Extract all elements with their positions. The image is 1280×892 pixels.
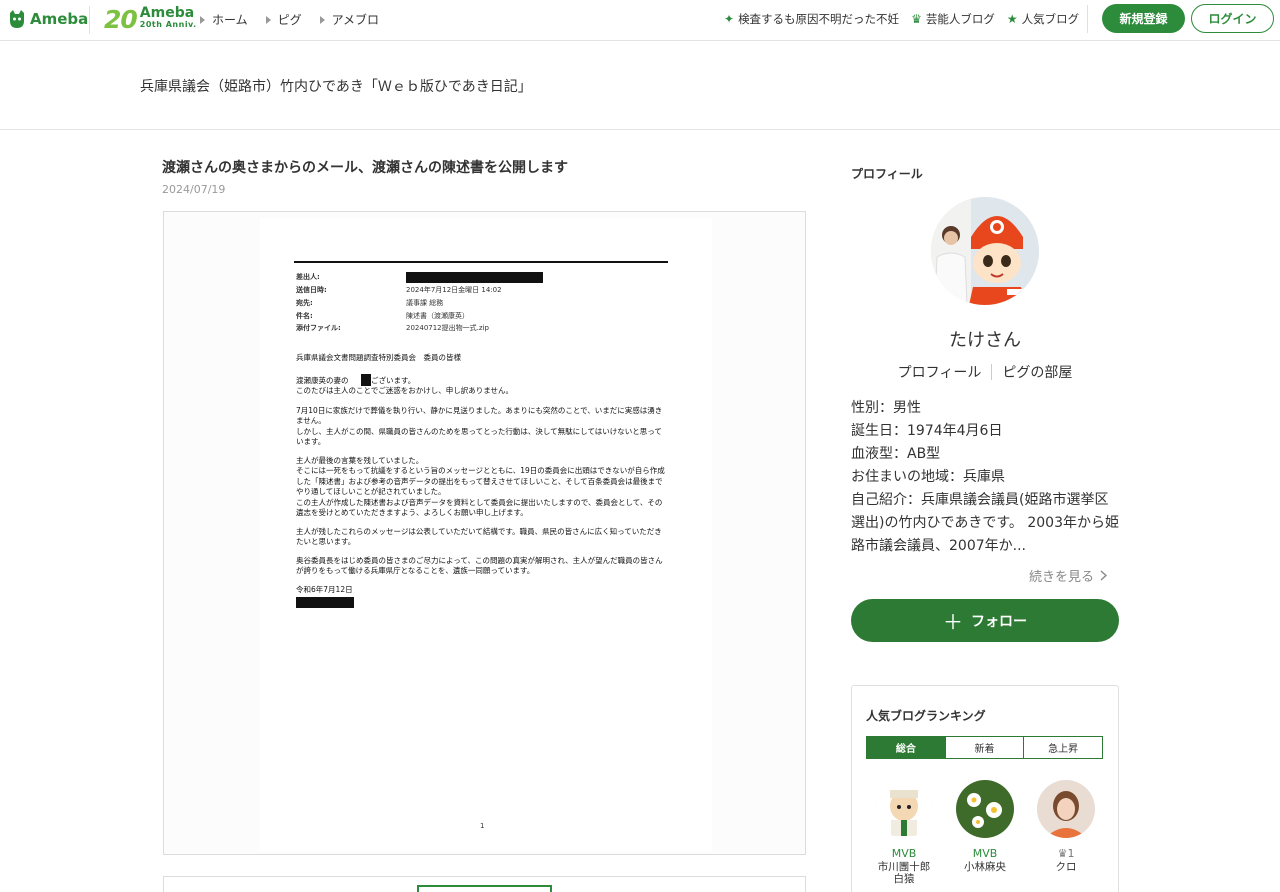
profile-heading: プロフィール — [851, 167, 923, 181]
profile-intro: 自己紹介：兵庫県議会議員(姫路市選挙区選出)の竹内ひであきです。 2003年から… — [851, 492, 1120, 554]
profile-info: 性別：男性 誕生日：1974年4月6日 血液型：AB型 お住まいの地域：兵庫県 … — [851, 397, 1119, 558]
ranking-tabs: 総合 新着 急上昇 — [866, 736, 1103, 759]
profile-gender: 性別：男性 — [851, 400, 921, 416]
doc-header-subject: 件名: 陳述書（渡瀬康英） — [296, 312, 469, 320]
header-links: ✦ 検査するも原因不明だった不妊 ♛ 芸能人ブログ ★ 人気ブログ — [724, 11, 1079, 27]
entry-footer-box — [163, 876, 806, 892]
nav-pigg[interactable]: ピグ — [265, 11, 302, 28]
profile-blood-type: 血液型：AB型 — [851, 446, 941, 462]
doc-header-to: 宛先: 議事課 総務 — [296, 299, 444, 307]
crown-icon: ♛ — [1057, 847, 1068, 860]
tab-new[interactable]: 新着 — [945, 737, 1025, 758]
doc-header-sent: 送信日時: 2024年7月12日金曜日 14:02 — [296, 286, 502, 294]
anniversary-number: 20 — [104, 4, 138, 34]
doc-paragraph: 渡瀬康英の妻の でございます。 このたびは主人のことでご迷惑をおかけし、申し訳あ… — [296, 375, 514, 396]
tab-overall[interactable]: 総合 — [867, 737, 946, 758]
entry-image-scanned-document[interactable]: 差出人: 送信日時: 2024年7月12日金曜日 14:02 宛先: 議事課 総… — [163, 211, 806, 855]
ranking-widget: 人気ブログランキング 総合 新着 急上昇 MVB 市川團十郎 白猿 MVB 小林… — [851, 685, 1119, 892]
doc-page-number: 1 — [480, 822, 485, 830]
ranking-avatar — [956, 780, 1014, 838]
profile-birthday: 誕生日：1974年4月6日 — [851, 423, 1003, 439]
follow-button[interactable]: ＋ フォロー — [851, 599, 1119, 642]
ranking-avatar — [1037, 780, 1095, 838]
ranking-badge: ♛1 — [1057, 847, 1075, 860]
doc-salutation: 兵庫県議会文書問題調査特別委員会 委員の皆様 — [296, 353, 461, 362]
anniversary-sub: 20th Anniv. — [139, 20, 197, 29]
link-trend[interactable]: ✦ 検査するも原因不明だった不妊 — [724, 11, 899, 27]
login-button[interactable]: ログイン — [1191, 4, 1274, 33]
logo-text: Ameba — [30, 10, 89, 28]
sparkle-icon: ✦ — [724, 12, 735, 26]
read-more-link[interactable]: 続きを見る — [1029, 566, 1108, 585]
ranking-item[interactable]: MVB 市川團十郎 白猿 — [864, 780, 944, 885]
star-icon: ★ — [1006, 12, 1018, 26]
doc-header-attachment: 添付ファイル: 20240712提出物一式.zip — [296, 324, 489, 332]
doc-paragraph: 主人が最後の言葉を残していました。 そこには一死をもって抗議をするという旨のメッ… — [296, 455, 665, 518]
doc-paragraph: 7月10日に家族だけで葬儀を執り行い、静かに見送りました。あまりにも突然のことで… — [296, 405, 663, 447]
nav-ameblo[interactable]: アメブロ — [319, 11, 379, 28]
redaction-bar — [361, 374, 371, 386]
triangle-right-icon — [265, 15, 271, 24]
anniversary-logo[interactable]: 20 Ameba 20th Anniv. — [104, 3, 197, 35]
ranking-name: クロ — [1055, 861, 1077, 873]
profile-link[interactable]: プロフィール — [888, 362, 992, 382]
doc-paragraph: 主人が残したこれらのメッセージは公表していただいて結構です。職員、県民の皆さんに… — [296, 526, 662, 547]
link-celebrity-blog[interactable]: ♛ 芸能人ブログ — [911, 11, 995, 27]
ranking-item[interactable]: ♛1 クロ — [1026, 780, 1106, 873]
ameba-mascot-icon — [10, 10, 24, 28]
logo-divider — [89, 6, 90, 34]
plus-icon: ＋ — [943, 610, 963, 634]
ameba-logo[interactable]: Ameba — [8, 7, 88, 31]
ranking-item[interactable]: MVB 小林麻央 — [945, 780, 1025, 873]
blog-title[interactable]: 兵庫県議会（姫路市）竹内ひであき「Ｗｅｂ版ひであき日記」 — [140, 76, 532, 96]
global-header: Ameba 20 Ameba 20th Anniv. ホーム ピグ アメブロ ✦… — [0, 0, 1280, 41]
profile-links: プロフィール ピグの部屋 — [851, 362, 1119, 382]
triangle-right-icon — [200, 15, 205, 24]
doc-header-from: 差出人: — [296, 272, 543, 283]
anniversary-brand: Ameba — [139, 5, 195, 21]
redaction-bar — [296, 597, 354, 608]
ranking-name: 市川團十郎 白猿 — [877, 861, 931, 885]
link-popular-blog[interactable]: ★ 人気ブログ — [1007, 11, 1079, 27]
doc-closing-date: 令和6年7月12日 — [296, 584, 353, 594]
profile-avatar[interactable] — [931, 197, 1039, 305]
global-nav: ホーム ピグ アメブロ — [200, 11, 379, 28]
ranking-badge: MVB — [972, 847, 998, 860]
triangle-right-icon — [319, 15, 325, 24]
ranking-name: 小林麻央 — [964, 861, 1006, 873]
document-body: 兵庫県議会文書問題調査特別委員会 委員の皆様 渡瀬康英の妻の でございます。 こ… — [296, 353, 668, 612]
entry-date: 2024/07/19 — [162, 183, 226, 196]
ranking-badge: MVB — [891, 847, 917, 860]
ranking-avatar — [875, 780, 933, 838]
redaction-bar — [406, 272, 543, 283]
entry-title[interactable]: 渡瀬さんの奥さまからのメール、渡瀬さんの陳述書を公開します — [162, 157, 568, 177]
profile-nickname: たけさん — [949, 330, 1021, 351]
ranking-heading: 人気ブログランキング — [866, 709, 986, 723]
profile-region: お住まいの地域：兵庫県 — [851, 469, 1005, 485]
nav-home[interactable]: ホーム — [200, 11, 248, 28]
chevron-right-icon — [1100, 570, 1108, 581]
blog-header: 兵庫県議会（姫路市）竹内ひであき「Ｗｅｂ版ひであき日記」 — [0, 41, 1280, 130]
entry-footer-button[interactable] — [417, 885, 552, 892]
document-rule — [294, 261, 668, 263]
pigg-room-link[interactable]: ピグの部屋 — [992, 362, 1082, 382]
profile-avatar-image — [931, 197, 1039, 305]
signup-button[interactable]: 新規登録 — [1102, 4, 1185, 33]
tab-rising[interactable]: 急上昇 — [1024, 737, 1103, 758]
header-divider — [1087, 5, 1088, 33]
crown-icon: ♛ — [911, 12, 922, 26]
doc-paragraph: 奥谷委員長をはじめ委員の皆さまのご尽力によって、この問題の真実が解明され、主人が… — [296, 555, 663, 576]
